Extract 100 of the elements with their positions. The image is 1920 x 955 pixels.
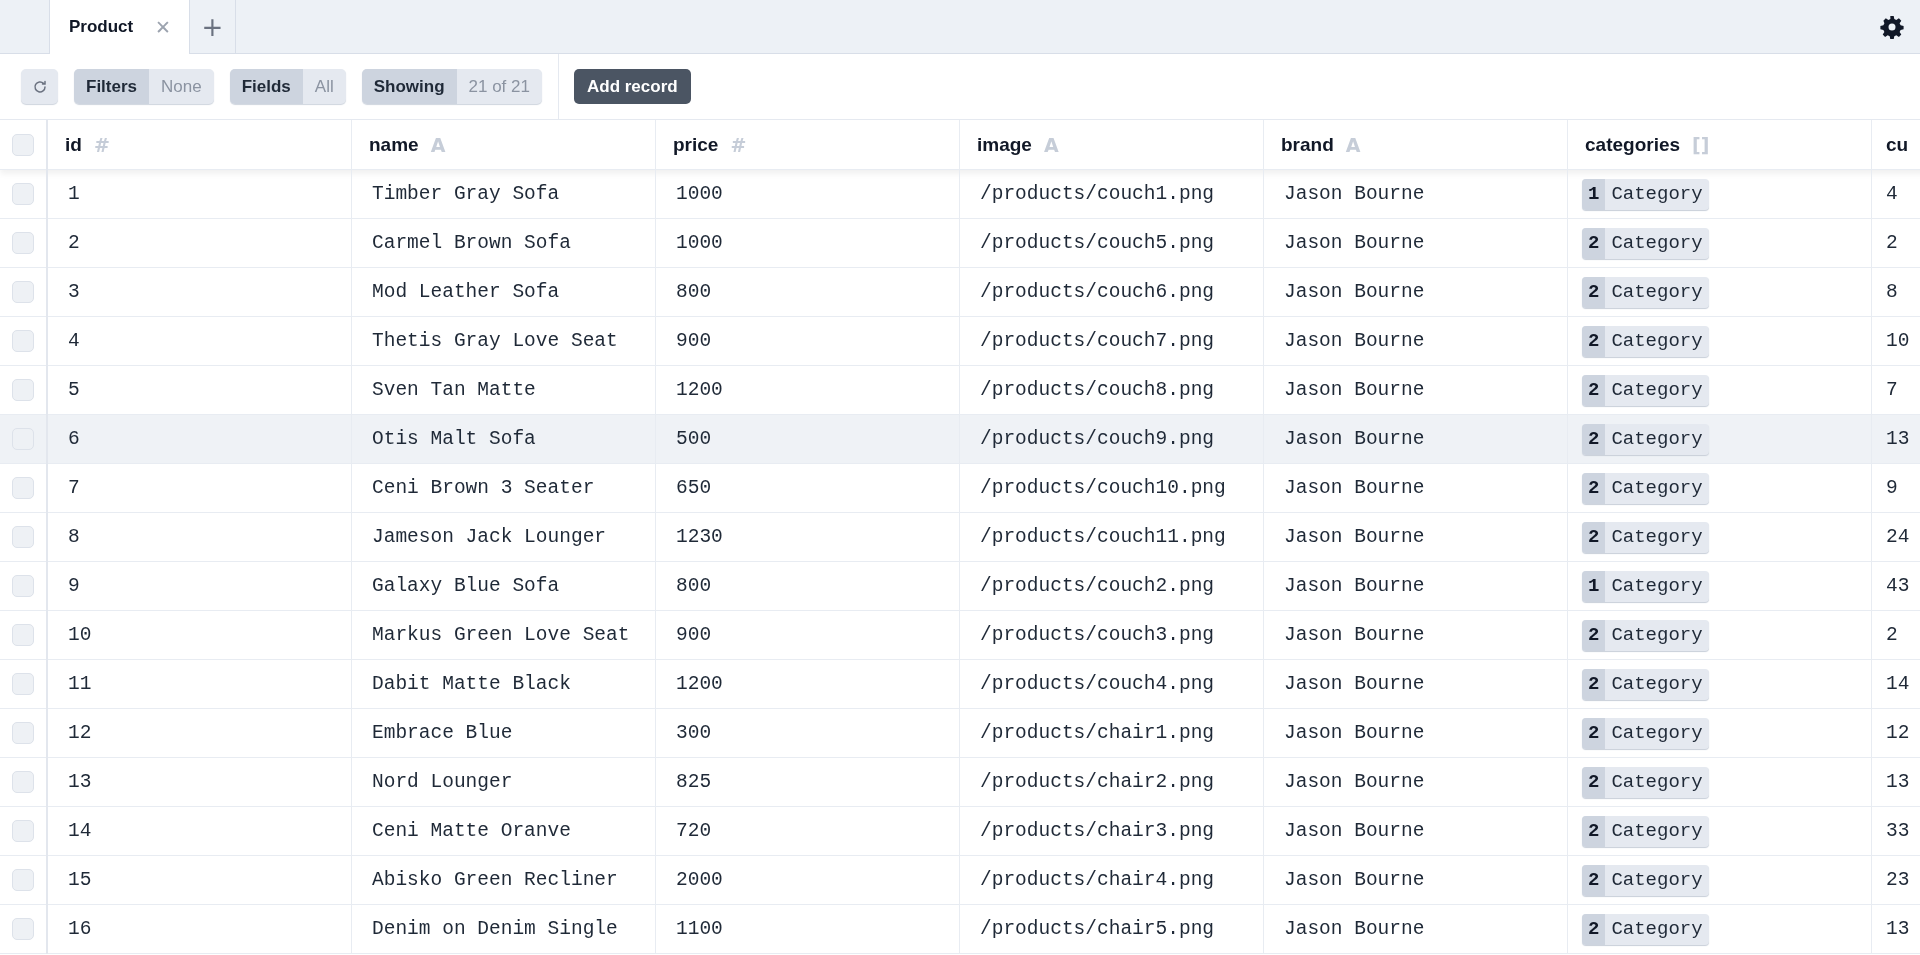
column-header[interactable]: price [673, 133, 719, 156]
table-row[interactable]: 6 Otis Malt Sofa 500 /products/couch9.png Jason Bourne 2 Category 13 [0, 414, 1920, 464]
table-cell: /products/couch10.png [980, 477, 1226, 499]
table-cell: 800 [676, 575, 712, 597]
row-checkbox[interactable] [12, 477, 34, 499]
table-row[interactable]: 8 Jameson Jack Lounger 1230 /products/couch11.png Jason Bourne 2 Category 24 [0, 512, 1920, 562]
table-cell: Ceni Brown 3 Seater [372, 477, 595, 499]
relation-button[interactable]: 2 Category [1582, 325, 1709, 357]
row-checkbox[interactable] [12, 526, 34, 548]
table-cell: Otis Malt Sofa [372, 428, 536, 450]
row-checkbox[interactable] [12, 379, 34, 401]
table-cell: /products/couch4.png [980, 673, 1215, 695]
table-row[interactable]: 13 Nord Lounger 825 /products/chair2.png Jason Bourne 2 Category 13 [0, 757, 1920, 807]
relation-button[interactable]: 2 Category [1582, 668, 1709, 700]
toolbar-dropdown[interactable]: Showing 21 of 21 [361, 69, 542, 104]
table-cell: 4 [68, 330, 80, 352]
row-checkbox[interactable] [12, 722, 34, 744]
table-row[interactable]: 16 Denim on Denim Single 1100 /products/chair5.png Jason Bourne 2 Category 13 [0, 904, 1920, 954]
relation-button[interactable]: 2 Category [1582, 423, 1709, 455]
table-cell: 500 [676, 428, 712, 450]
row-checkbox[interactable] [12, 673, 34, 695]
relation-button[interactable]: 2 Category [1582, 717, 1709, 749]
table-cell: Dabit Matte Black [372, 673, 571, 695]
table-cell: 2 [1886, 232, 1898, 254]
table-cell: Carmel Brown Sofa [372, 232, 571, 254]
tab[interactable]: Product ✕ [50, 0, 190, 54]
row-checkbox[interactable] [12, 183, 34, 205]
relation-button[interactable]: 2 Category [1582, 815, 1709, 847]
table-row[interactable]: 10 Markus Green Love Seat 900 /products/couch3.png Jason Bourne 2 Category 2 [0, 610, 1920, 660]
relation-button[interactable]: 2 Category [1582, 521, 1709, 553]
settings-icon[interactable] [1880, 14, 1904, 39]
table-cell: Timber Gray Sofa [372, 183, 560, 205]
row-checkbox[interactable] [12, 624, 34, 646]
table-cell: 2000 [676, 869, 723, 891]
column-header[interactable]: id [65, 133, 82, 156]
table-row[interactable]: 9 Galaxy Blue Sofa 800 /products/couch2.png Jason Bourne 1 Category 43 [0, 561, 1920, 611]
relation-button[interactable]: 1 Category [1582, 178, 1709, 210]
table-cell: Jason Bourne [1284, 624, 1425, 646]
column-header[interactable]: image [977, 133, 1032, 156]
row-checkbox[interactable] [12, 575, 34, 597]
add-tab-button[interactable]: + [190, 0, 236, 53]
row-checkbox[interactable] [12, 820, 34, 842]
table-cell: 12 [1886, 722, 1910, 744]
table-cell: /products/chair1.png [980, 722, 1215, 744]
table-row[interactable]: 3 Mod Leather Sofa 800 /products/couch6.png Jason Bourne 2 Category 8 [0, 267, 1920, 317]
table-cell: 13 [1886, 918, 1910, 940]
select-all-checkbox[interactable] [12, 133, 34, 156]
table-cell: 16 [68, 918, 92, 940]
table-cell: Galaxy Blue Sofa [372, 575, 560, 597]
table-cell: /products/couch5.png [980, 232, 1215, 254]
tab-label[interactable]: Product [69, 17, 134, 37]
relation-button[interactable]: 2 Category [1582, 276, 1709, 308]
column-header[interactable]: name [369, 133, 419, 156]
relation-button[interactable]: 2 Category [1582, 619, 1709, 651]
toolbar-dropdown[interactable]: Filters None [74, 69, 214, 104]
table-row[interactable]: 1 Timber Gray Sofa 1000 /products/couch1.png Jason Bourne 1 Category 4 [0, 169, 1920, 219]
table-row[interactable]: 15 Abisko Green Recliner 2000 /products/chair4.png Jason Bourne 2 Category 23 [0, 855, 1920, 905]
table-cell: Jason Bourne [1284, 820, 1425, 842]
relation-button[interactable]: 1 Category [1582, 570, 1709, 602]
row-checkbox[interactable] [12, 232, 34, 254]
column-header[interactable]: categories [1585, 133, 1681, 156]
table-row[interactable]: 12 Embrace Blue 300 /products/chair1.png Jason Bourne 2 Category 12 [0, 708, 1920, 758]
table-cell: 43 [1886, 575, 1910, 597]
table-cell: Jason Bourne [1284, 379, 1425, 401]
relation-button[interactable]: 2 Category [1582, 913, 1709, 945]
column-header[interactable]: brand [1281, 133, 1334, 156]
toolbar-dropdown[interactable]: Fields All [229, 69, 346, 104]
table-cell: 7 [68, 477, 80, 499]
type-icon: A [1043, 133, 1059, 156]
table-cell: /products/chair2.png [980, 771, 1215, 793]
table-row[interactable]: 7 Ceni Brown 3 Seater 650 /products/couch10.png Jason Bourne 2 Category 9 [0, 463, 1920, 513]
refresh-icon [31, 78, 48, 95]
type-icon: A [1345, 133, 1361, 156]
table-cell: 24 [1886, 526, 1910, 548]
table-cell: /products/couch11.png [980, 526, 1226, 548]
row-checkbox[interactable] [12, 281, 34, 303]
relation-button[interactable]: 2 Category [1582, 472, 1709, 504]
relation-button[interactable]: 2 Category [1582, 766, 1709, 798]
refresh-button[interactable] [21, 69, 58, 104]
table-row[interactable]: 14 Ceni Matte Oranve 720 /products/chair3.png Jason Bourne 2 Category 33 [0, 806, 1920, 856]
relation-button[interactable]: 2 Category [1582, 374, 1709, 406]
add-record-button[interactable]: Add record [574, 69, 691, 104]
table-cell: Nord Lounger [372, 771, 513, 793]
table-cell: Jason Bourne [1284, 183, 1425, 205]
column-header[interactable]: cu [1886, 133, 1909, 156]
row-checkbox[interactable] [12, 330, 34, 352]
table-row[interactable]: 11 Dabit Matte Black 1200 /products/couch4.png Jason Bourne 2 Category 14 [0, 659, 1920, 709]
row-checkbox[interactable] [12, 918, 34, 940]
table-cell: 720 [676, 820, 712, 842]
row-checkbox[interactable] [12, 771, 34, 793]
table-cell: /products/couch6.png [980, 281, 1215, 303]
table-cell: 10 [68, 624, 92, 646]
relation-button[interactable]: 2 Category [1582, 227, 1709, 259]
table-cell: Mod Leather Sofa [372, 281, 560, 303]
table-row[interactable]: 2 Carmel Brown Sofa 1000 /products/couch5.png Jason Bourne 2 Category 2 [0, 218, 1920, 268]
relation-button[interactable]: 2 Category [1582, 864, 1709, 896]
table-cell: 15 [68, 869, 92, 891]
table-cell: Denim on Denim Single [372, 918, 618, 940]
table-row[interactable]: 4 Thetis Gray Love Seat 900 /products/couch7.png Jason Bourne 2 Category 10 [0, 316, 1920, 366]
row-checkbox[interactable] [12, 869, 34, 891]
